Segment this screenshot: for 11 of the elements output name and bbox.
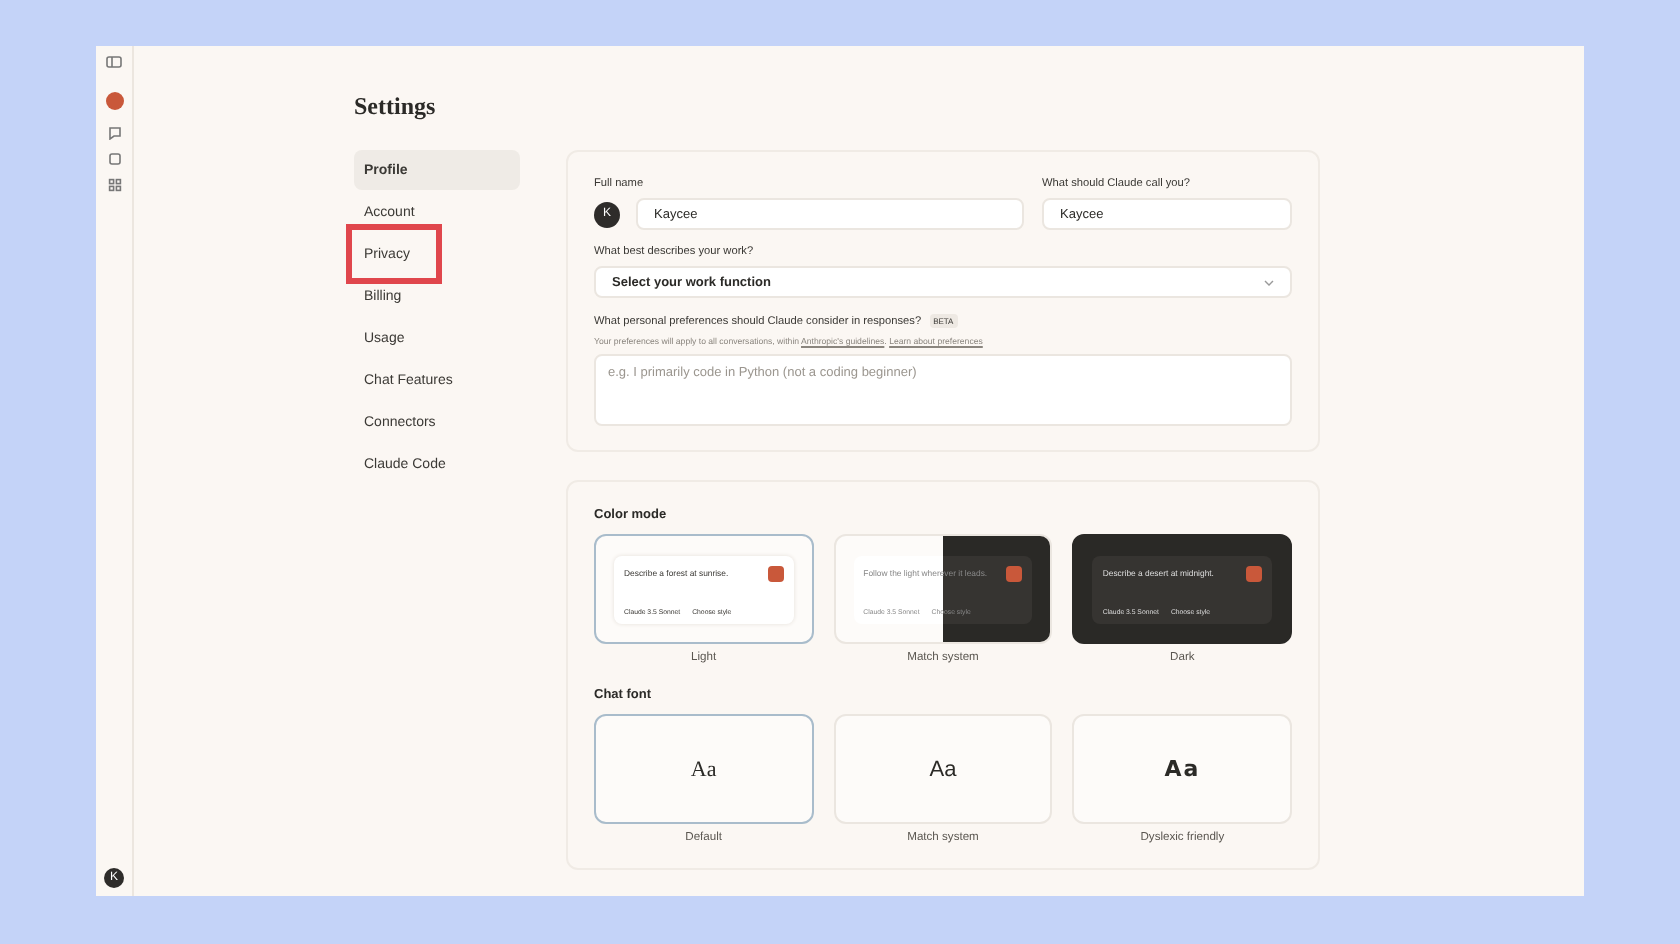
send-icon xyxy=(1006,565,1023,581)
page-title: Settings xyxy=(354,92,438,122)
font-option[interactable]: Aa xyxy=(833,714,1053,824)
chevron-down-icon xyxy=(1264,279,1274,285)
chat-icon[interactable] xyxy=(107,126,121,140)
send-icon xyxy=(1246,565,1263,581)
grid-icon[interactable] xyxy=(107,178,121,192)
send-icon xyxy=(767,565,784,581)
font-option[interactable]: Aa xyxy=(594,714,814,824)
font-option[interactable]: Aa xyxy=(1072,714,1293,824)
sidebar-toggle-icon[interactable] xyxy=(106,56,122,68)
